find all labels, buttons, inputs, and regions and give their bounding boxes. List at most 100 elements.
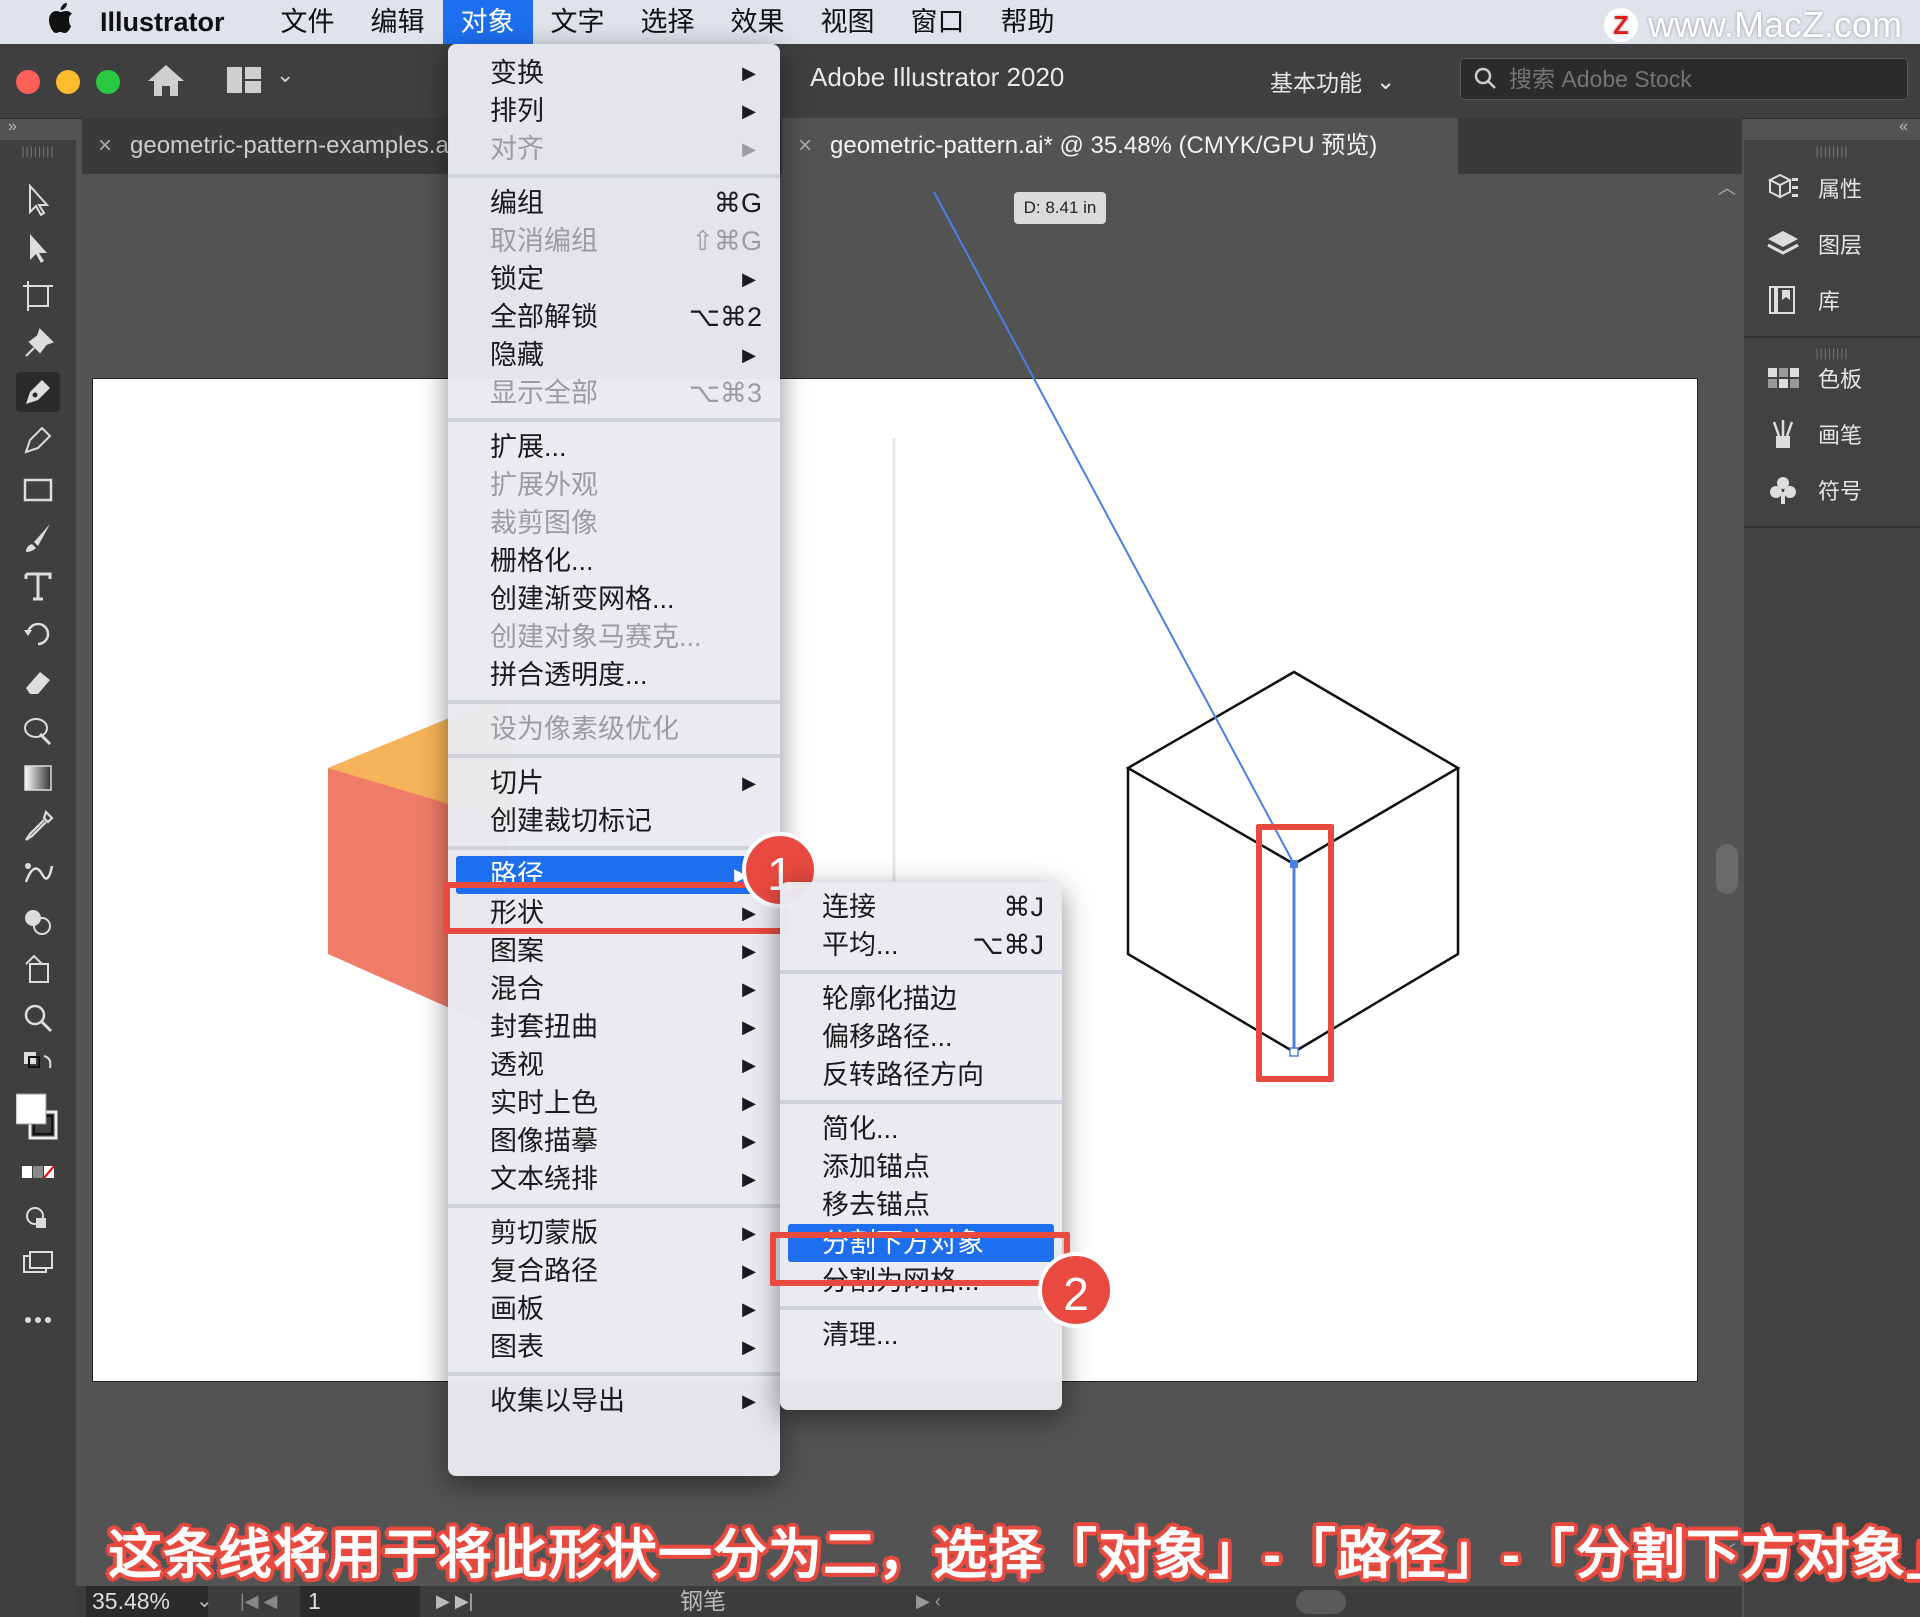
object-menu-item[interactable]: 剪切蒙版 ▶ xyxy=(448,1214,780,1252)
artboard-number-field[interactable]: 1 xyxy=(300,1586,420,1617)
screen-mode-icon[interactable] xyxy=(16,1244,60,1284)
menubar-item[interactable]: 选择 xyxy=(623,0,713,44)
object-menu-item[interactable]: 创建裁切标记 xyxy=(448,802,780,840)
object-menu-item[interactable]: 图案 ▶ xyxy=(448,932,780,970)
app-menu-illustrator[interactable]: Illustrator xyxy=(100,7,225,38)
pin-icon[interactable] xyxy=(16,324,60,364)
width-tool-icon[interactable] xyxy=(16,710,60,750)
curvature-tool-icon[interactable] xyxy=(16,420,60,460)
menubar-item[interactable]: 视图 xyxy=(803,0,893,44)
object-menu-item[interactable]: 创建渐变网格... xyxy=(448,580,780,618)
path-menu-item[interactable]: 简化... xyxy=(780,1110,1062,1148)
object-menu-item[interactable]: 全部解锁 ⌥⌘2 xyxy=(448,298,780,336)
rotate-tool-icon[interactable] xyxy=(16,614,60,654)
panel-properties[interactable]: 属性 xyxy=(1744,160,1920,216)
crop-tool-icon[interactable] xyxy=(16,950,60,990)
toolbar-grip[interactable]: |||||||| xyxy=(0,144,76,158)
vertical-scrollbar[interactable]: ︿ ﹀ xyxy=(1712,174,1742,1574)
path-menu-item[interactable]: 平均... ⌥⌘J xyxy=(780,926,1062,964)
path-menu-item[interactable]: 移去锚点 xyxy=(780,1186,1062,1224)
path-menu-item[interactable]: 偏移路径... xyxy=(780,1018,1062,1056)
workspace-switcher[interactable]: 基本功能 ⌄ xyxy=(1270,64,1395,98)
object-menu-item[interactable]: 扩展... xyxy=(448,428,780,466)
path-menu-item[interactable]: 反转路径方向 xyxy=(780,1056,1062,1094)
menubar-item[interactable]: 帮助 xyxy=(983,0,1073,44)
arrange-documents-icon[interactable] xyxy=(226,66,262,94)
menubar-item[interactable]: 对象 xyxy=(442,0,533,44)
horizontal-scrollbar-thumb[interactable] xyxy=(1296,1590,1346,1614)
chevron-down-icon[interactable]: ⌄ xyxy=(196,1586,213,1617)
object-menu-item[interactable]: 隐藏 ▶ xyxy=(448,336,780,374)
pen-tool-icon[interactable] xyxy=(16,372,60,412)
object-menu-item[interactable]: 图表 ▶ xyxy=(448,1328,780,1366)
collapse-panels-icon[interactable]: « xyxy=(1899,118,1908,136)
object-menu-item[interactable]: 透视 ▶ xyxy=(448,1046,780,1084)
menubar-item[interactable]: 文件 xyxy=(263,0,353,44)
object-menu-item[interactable]: 文本绕排 ▶ xyxy=(448,1160,780,1198)
menubar-item[interactable]: 文字 xyxy=(533,0,623,44)
stock-search-box[interactable] xyxy=(1460,58,1908,100)
artboard-tool-icon[interactable] xyxy=(16,276,60,316)
object-menu-item[interactable]: 收集以导出 ▶ xyxy=(448,1382,780,1420)
zoom-window-button[interactable] xyxy=(96,70,120,94)
menubar-item[interactable]: 窗口 xyxy=(893,0,983,44)
path-menu-item[interactable]: 连接 ⌘J xyxy=(780,888,1062,926)
eyedropper-tool-icon[interactable] xyxy=(16,806,60,846)
stock-search-input[interactable] xyxy=(1507,64,1871,94)
zoom-tool-icon[interactable] xyxy=(16,998,60,1038)
paintbrush-tool-icon[interactable] xyxy=(16,518,60,558)
object-menu-item[interactable]: 锁定 ▶ xyxy=(448,260,780,298)
next-page-icon[interactable]: ▶ ▶| xyxy=(436,1586,473,1617)
panel-grip[interactable]: |||||||| xyxy=(1744,144,1920,158)
object-menu-item[interactable]: 切片 ▶ xyxy=(448,764,780,802)
chevron-up-icon[interactable]: ︿ xyxy=(1718,174,1736,200)
shape-builder-tool-icon[interactable] xyxy=(16,902,60,942)
first-page-icon[interactable]: |◀ ◀ xyxy=(240,1586,277,1617)
object-menu-item[interactable]: 图像描摹 ▶ xyxy=(448,1122,780,1160)
direct-selection-tool-icon[interactable] xyxy=(16,228,60,268)
panel-layers[interactable]: 图层 xyxy=(1744,216,1920,272)
object-menu-item[interactable]: 排列 ▶ xyxy=(448,92,780,130)
type-tool-icon[interactable] xyxy=(16,566,60,606)
swap-fill-stroke-icon[interactable] xyxy=(16,1044,60,1084)
close-tab-icon[interactable]: × xyxy=(98,132,112,159)
object-menu-item[interactable]: 拼合透明度... xyxy=(448,656,780,694)
tab-geometric-pattern-examples[interactable]: × geometric-pattern-examples.ai xyxy=(82,118,468,174)
path-menu-item[interactable]: 添加锚点 xyxy=(780,1148,1062,1186)
object-menu-item[interactable]: 栅格化... xyxy=(448,542,780,580)
more-tools-icon[interactable] xyxy=(16,1300,60,1340)
minimize-window-button[interactable] xyxy=(56,70,80,94)
menubar-item[interactable]: 编辑 xyxy=(353,0,443,44)
home-icon[interactable] xyxy=(146,62,186,98)
collapse-toolbar-icon[interactable]: » xyxy=(8,118,17,136)
object-menu-item[interactable]: 实时上色 ▶ xyxy=(448,1084,780,1122)
path-menu-item[interactable]: 轮廓化描边 xyxy=(780,980,1062,1018)
rectangle-tool-icon[interactable] xyxy=(16,470,60,510)
close-tab-icon[interactable]: × xyxy=(798,132,812,159)
object-menu-item[interactable]: 混合 ▶ xyxy=(448,970,780,1008)
object-menu-item[interactable]: 编组 ⌘G xyxy=(448,184,780,222)
object-menu-item[interactable]: 画板 ▶ xyxy=(448,1290,780,1328)
selection-tool-icon[interactable] xyxy=(16,180,60,220)
chevron-down-icon[interactable]: ⌄ xyxy=(276,62,294,88)
blend-tool-icon[interactable] xyxy=(16,854,60,894)
apple-icon[interactable] xyxy=(38,2,84,42)
panel-swatches[interactable]: 色板 xyxy=(1744,350,1920,406)
status-menu-icon[interactable]: ▶ ‹ xyxy=(916,1586,941,1617)
scrollbar-thumb[interactable] xyxy=(1716,844,1738,894)
object-menu-item[interactable]: 变换 ▶ xyxy=(448,54,780,92)
panel-brushes[interactable]: 画笔 xyxy=(1744,406,1920,462)
zoom-level-field[interactable]: 35.48% xyxy=(86,1586,208,1617)
eraser-tool-icon[interactable] xyxy=(16,662,60,702)
panel-symbols[interactable]: 符号 xyxy=(1744,462,1920,518)
path-menu-item[interactable]: 清理... xyxy=(780,1316,1062,1354)
draw-mode-icon[interactable] xyxy=(16,1198,60,1238)
fill-stroke-swatch[interactable] xyxy=(16,1088,60,1148)
object-menu-item[interactable]: 封套扭曲 ▶ xyxy=(448,1008,780,1046)
close-window-button[interactable] xyxy=(16,70,40,94)
gradient-tool-icon[interactable] xyxy=(16,758,60,798)
object-menu-item[interactable]: 复合路径 ▶ xyxy=(448,1252,780,1290)
panel-libraries[interactable]: 库 xyxy=(1744,272,1920,328)
tab-geometric-pattern[interactable]: × geometric-pattern.ai* @ 35.48% (CMYK/GP… xyxy=(782,118,1458,174)
menubar-item[interactable]: 效果 xyxy=(713,0,803,44)
